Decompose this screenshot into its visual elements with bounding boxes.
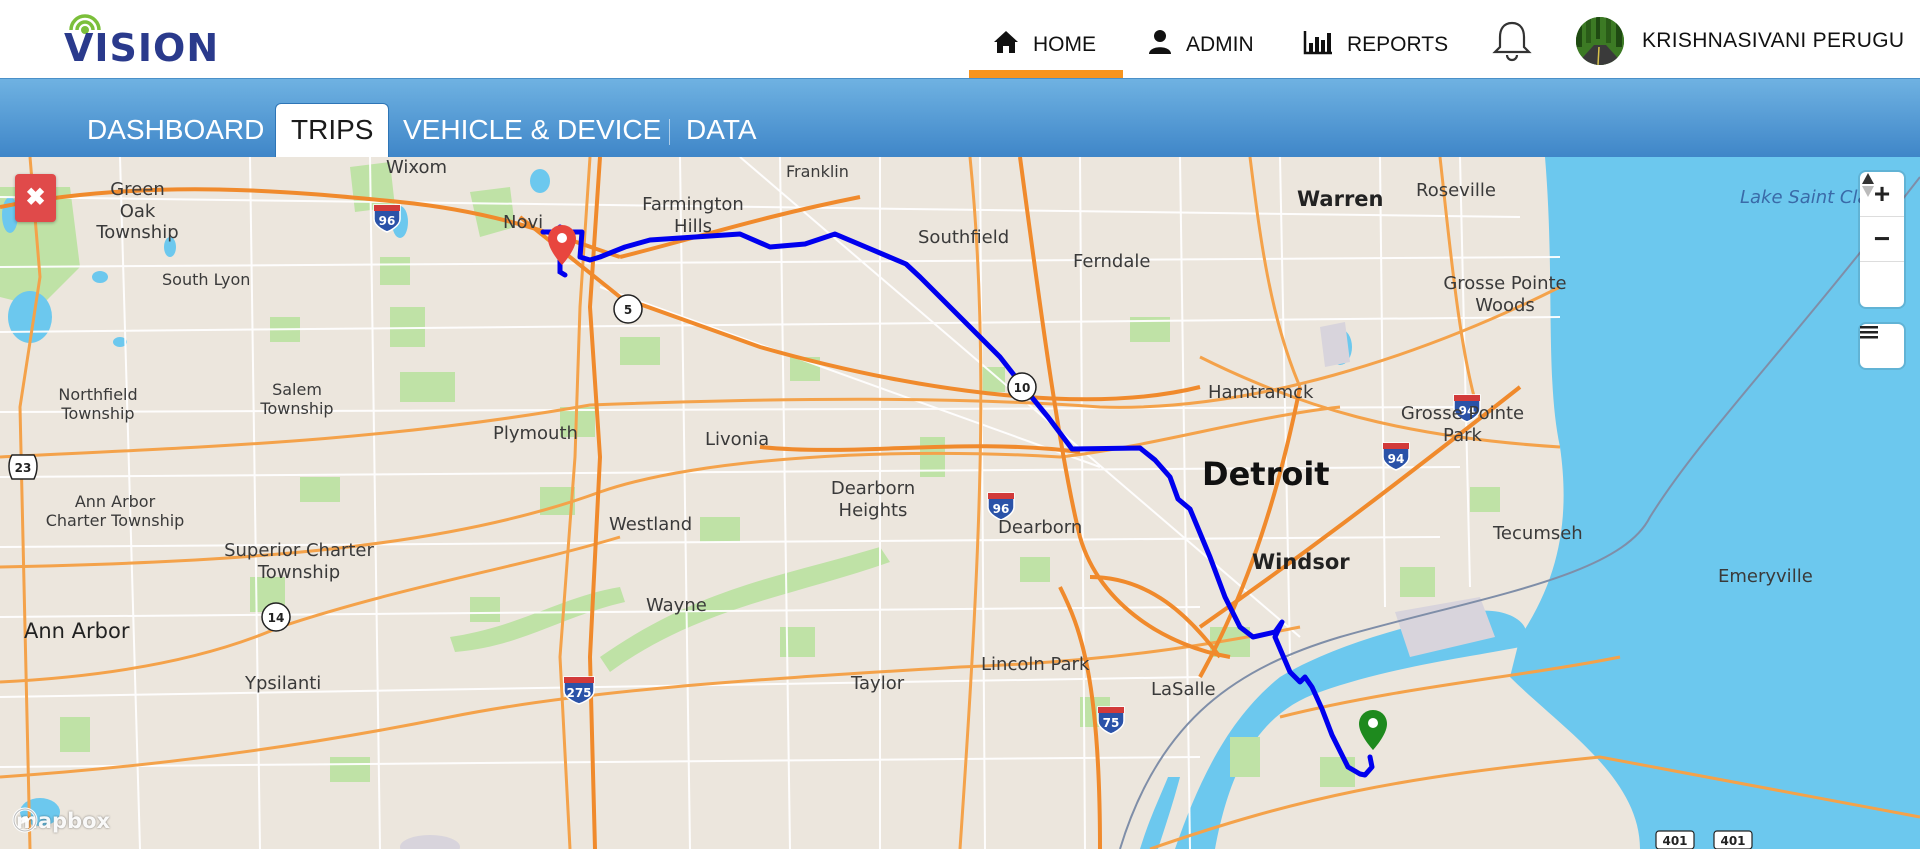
place-label: Wixom bbox=[386, 157, 448, 178]
place-label: Novi bbox=[503, 212, 544, 233]
sub-navigation: DASHBOARD TRIPS VEHICLE & DEVICE DATA bbox=[0, 79, 1920, 158]
nav-reports[interactable]: REPORTS bbox=[1303, 0, 1448, 79]
nav-admin-label: ADMIN bbox=[1186, 32, 1254, 56]
user-icon bbox=[1149, 29, 1171, 54]
tab-dashboard[interactable]: DASHBOARD bbox=[87, 79, 264, 157]
compass-button[interactable] bbox=[1860, 173, 1904, 307]
bar-chart-icon bbox=[1303, 30, 1332, 54]
place-label: Ferndale bbox=[1073, 251, 1151, 272]
place-label: Ann Arbor bbox=[24, 619, 130, 643]
place-label: Grosse Pointe Park bbox=[1400, 403, 1525, 446]
mapbox-logo-icon bbox=[12, 807, 38, 833]
place-label: Ypsilanti bbox=[245, 673, 322, 694]
place-label: Salem Township bbox=[260, 380, 334, 419]
shield-label: 401 bbox=[1720, 834, 1745, 848]
trip-map[interactable]: 96 5 10 96 94 94 23 14 275 75 401 401 Wi… bbox=[0, 157, 1920, 849]
shield-label: 75 bbox=[1103, 716, 1120, 730]
place-label: Green Oak Township bbox=[96, 179, 179, 244]
shield-label: 275 bbox=[566, 686, 591, 700]
shield-label: 94 bbox=[1388, 452, 1405, 466]
shield-label: 96 bbox=[379, 214, 396, 228]
place-label: Wayne bbox=[646, 595, 707, 616]
map-canvas[interactable]: 96 5 10 96 94 94 23 14 275 75 401 401 bbox=[0, 157, 1920, 849]
tab-data[interactable]: DATA bbox=[686, 79, 757, 157]
place-label: Plymouth bbox=[493, 423, 578, 444]
place-label: Emeryville bbox=[1718, 566, 1813, 587]
nav-home[interactable]: HOME bbox=[993, 0, 1096, 79]
nav-home-label: HOME bbox=[1033, 32, 1096, 56]
place-label: Farmington Hills bbox=[642, 194, 744, 237]
place-label: Windsor bbox=[1252, 550, 1350, 574]
tab-separator bbox=[669, 119, 670, 145]
menu-icon bbox=[1860, 326, 1878, 339]
place-label: Livonia bbox=[705, 429, 770, 450]
avatar-image bbox=[1576, 17, 1624, 65]
map-zoom-controls: + − bbox=[1860, 172, 1904, 307]
place-label: Detroit bbox=[1202, 455, 1330, 493]
shield-label: 10 bbox=[1014, 381, 1031, 395]
nav-reports-label: REPORTS bbox=[1347, 32, 1449, 56]
zoom-out-button[interactable]: − bbox=[1860, 217, 1904, 262]
tab-vehicle-device[interactable]: VEHICLE & DEVICE bbox=[403, 79, 661, 157]
place-label: Hamtramck bbox=[1208, 382, 1314, 403]
place-label: Ann Arbor Charter Township bbox=[45, 492, 185, 531]
place-label: Warren bbox=[1297, 187, 1384, 211]
nav-active-indicator bbox=[969, 70, 1123, 78]
place-label: Tecumseh bbox=[1493, 523, 1583, 544]
place-label: Franklin bbox=[786, 162, 849, 181]
shield-label: 5 bbox=[624, 303, 632, 317]
place-label: South Lyon bbox=[162, 270, 251, 289]
shield-label: 14 bbox=[268, 611, 285, 625]
place-label: Northfield Township bbox=[58, 385, 138, 424]
home-icon bbox=[994, 30, 1018, 53]
place-label: Roseville bbox=[1416, 180, 1496, 201]
place-label: Taylor bbox=[851, 673, 905, 694]
place-label: Southfield bbox=[918, 227, 1010, 248]
close-map-button[interactable]: ✖ bbox=[15, 174, 56, 222]
place-label: Grosse Pointe Woods bbox=[1443, 273, 1567, 316]
tab-trips[interactable]: TRIPS bbox=[275, 103, 390, 158]
place-label: Lincoln Park bbox=[981, 654, 1090, 675]
place-label: Superior Charter Township bbox=[224, 540, 374, 583]
avatar[interactable] bbox=[1576, 17, 1624, 65]
shield-label: 96 bbox=[993, 502, 1010, 516]
user-name[interactable]: KRISHNASIVANI PERUGU bbox=[1642, 29, 1904, 53]
place-label: LaSalle bbox=[1151, 679, 1216, 700]
place-label: Dearborn Heights bbox=[830, 478, 916, 521]
bell-icon[interactable] bbox=[1490, 20, 1534, 62]
map-menu-button[interactable] bbox=[1860, 324, 1904, 368]
place-label: Dearborn bbox=[998, 517, 1083, 538]
top-header: VISION HOME ADMIN REPORTS KRISHNASIVANI … bbox=[0, 0, 1920, 79]
vision-logo[interactable]: VISION bbox=[62, 12, 242, 70]
shield-label: 401 bbox=[1662, 834, 1687, 848]
shield-label: 23 bbox=[15, 461, 32, 475]
compass-icon bbox=[1862, 173, 1874, 197]
logo-text: VISION bbox=[64, 26, 220, 70]
place-label: Westland bbox=[609, 514, 693, 535]
mapbox-attribution[interactable]: mapbox bbox=[12, 807, 110, 835]
nav-admin[interactable]: ADMIN bbox=[1148, 0, 1254, 79]
